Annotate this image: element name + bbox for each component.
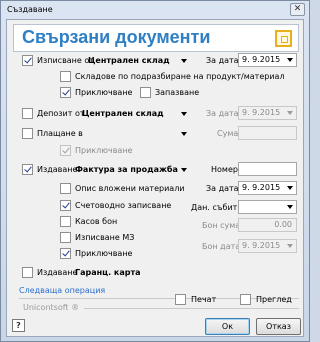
deposit-date-value: 9. 9.2015 xyxy=(242,108,281,117)
reserve-label: Запазване xyxy=(155,88,200,97)
preview-label: Преглед xyxy=(256,295,292,304)
payment-posting-label: Приключване xyxy=(75,146,133,155)
deposit-date-picker[interactable]: 9. 9.2015 xyxy=(238,106,297,120)
receipt-sum-label: Бон сума: xyxy=(202,221,243,230)
receipt-date-picker[interactable]: 9. 9.2015 xyxy=(238,239,297,253)
preview-checkbox[interactable] xyxy=(240,294,251,305)
invoice-posting-label: Приключване xyxy=(75,249,133,258)
receipt-date-label: Бон дата: xyxy=(202,242,243,251)
payment-dropdown-icon[interactable] xyxy=(181,132,187,136)
ok-button[interactable]: Ок xyxy=(205,318,250,335)
print-checkbox[interactable] xyxy=(175,294,186,305)
warranty-checkbox[interactable] xyxy=(22,267,33,278)
issue-date-label: За дата: xyxy=(206,56,242,65)
invoice-posting-checkbox[interactable] xyxy=(60,248,71,259)
chevron-down-icon xyxy=(287,111,293,115)
invoice-label: Издаване xyxy=(37,165,78,174)
issue-from-label: Изписване от xyxy=(37,56,94,65)
issue-posting-checkbox[interactable] xyxy=(60,87,71,98)
window-title: Създаване xyxy=(7,5,53,14)
payment-label: Плащане в xyxy=(37,129,83,138)
invoice-type-dropdown-icon[interactable] xyxy=(181,168,187,172)
chevron-down-icon xyxy=(287,205,293,209)
issue-posting-label: Приключване xyxy=(75,88,133,97)
reserve-checkbox[interactable] xyxy=(140,87,151,98)
invoice-date-value: 9. 9.2015 xyxy=(242,183,281,192)
close-icon: ✕ xyxy=(293,4,302,14)
description-checkbox[interactable] xyxy=(60,183,71,194)
close-button[interactable]: ✕ xyxy=(290,3,305,16)
warranty-doc-type[interactable]: Гаранц. карта xyxy=(75,267,141,278)
deposit-checkbox[interactable] xyxy=(22,108,33,119)
issue-from-checkbox[interactable] xyxy=(22,55,33,66)
chevron-down-icon xyxy=(287,58,293,62)
dialog-body: Свързани документи Изписване от Централе… xyxy=(6,19,304,337)
deposit-warehouse[interactable]: Централен склад xyxy=(82,108,164,119)
deposit-label: Депозит от xyxy=(37,109,85,118)
chevron-down-icon xyxy=(287,186,293,190)
default-warehouses-label: Складове по подразбиране на продукт/мате… xyxy=(75,72,285,81)
cancel-button[interactable]: Отказ xyxy=(256,318,301,335)
payment-posting-checkbox[interactable] xyxy=(60,145,71,156)
sum-input[interactable] xyxy=(238,126,297,140)
cash-receipt-checkbox[interactable] xyxy=(60,216,71,227)
print-label: Печат xyxy=(191,295,217,304)
invoice-date-label: За дата: xyxy=(206,184,242,193)
accounting-checkbox[interactable] xyxy=(60,200,71,211)
accounting-label: Счетоводно записване xyxy=(75,201,172,210)
receipt-sum-input[interactable]: 0.00 xyxy=(238,218,297,232)
issue-date-value: 9. 9.2015 xyxy=(242,55,281,64)
deposit-date-label: За дата: xyxy=(206,109,242,118)
default-warehouses-checkbox[interactable] xyxy=(60,71,71,82)
tax-event-picker[interactable] xyxy=(238,200,297,214)
brand-label: Unicontsoft ® xyxy=(23,303,80,312)
document-link-icon xyxy=(275,30,292,47)
receipt-date-value: 9. 9.2015 xyxy=(242,241,281,250)
deposit-warehouse-dropdown-icon[interactable] xyxy=(181,112,187,116)
issue-mz-checkbox[interactable] xyxy=(60,232,71,243)
number-label: Номер: xyxy=(211,165,241,174)
help-icon[interactable]: ? xyxy=(12,319,25,332)
title-bar[interactable]: Създаване ✕ xyxy=(1,1,309,18)
invoice-date-picker[interactable]: 9. 9.2015 xyxy=(238,181,297,195)
payment-checkbox[interactable] xyxy=(22,128,33,139)
issue-date-picker[interactable]: 9. 9.2015 xyxy=(238,53,297,67)
number-input[interactable] xyxy=(238,162,297,176)
issue-from-warehouse[interactable]: Централен склад xyxy=(88,55,170,66)
warranty-label: Издаване xyxy=(37,268,78,277)
brand-divider xyxy=(84,308,299,309)
invoice-checkbox[interactable] xyxy=(22,164,33,175)
description-label: Опис вложени материали xyxy=(75,184,185,193)
invoice-doc-type[interactable]: Фактура за продажба xyxy=(75,164,178,175)
issue-warehouse-dropdown-icon[interactable] xyxy=(181,59,187,63)
issue-mz-label: Изписване МЗ xyxy=(75,233,135,242)
header-banner: Свързани документи xyxy=(13,24,299,52)
cash-receipt-label: Касов бон xyxy=(75,217,118,226)
next-operation-link[interactable]: Следваща операция xyxy=(19,286,105,295)
page-title: Свързани документи xyxy=(22,27,211,47)
dialog-window: Създаване ✕ Свързани документи Изписване… xyxy=(0,0,310,342)
chevron-down-icon xyxy=(287,244,293,248)
